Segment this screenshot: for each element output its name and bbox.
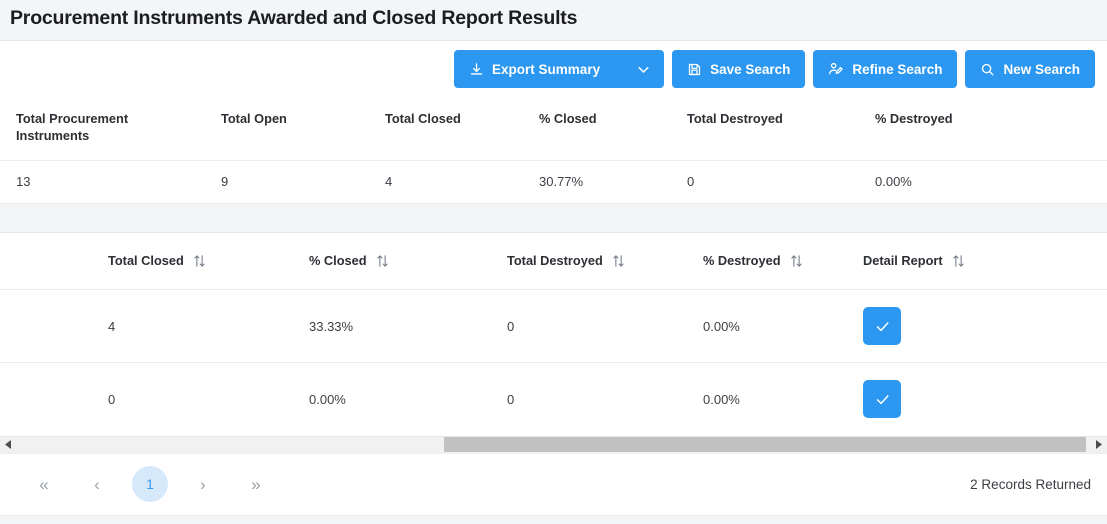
refine-search-button[interactable]: Refine Search: [813, 50, 958, 89]
summary-table: Total Procurement Instruments Total Open…: [0, 97, 1107, 203]
table-row: 4 33.33% 0 0.00%: [0, 289, 1107, 364]
save-search-label: Save Search: [710, 61, 791, 77]
cell-pct-destroyed: 0.00%: [703, 289, 863, 364]
export-summary-main[interactable]: Export Summary: [454, 50, 614, 88]
detail-col-total-closed-label: Total Closed: [108, 253, 184, 269]
cell-total-closed: 4: [108, 289, 309, 364]
new-search-button[interactable]: New Search: [965, 50, 1095, 89]
cell-total-destroyed: 0: [507, 289, 703, 364]
export-summary-caret[interactable]: [622, 50, 664, 88]
cell-total-closed: 0: [108, 391, 116, 407]
user-edit-icon: [828, 61, 844, 77]
detail-col-total-closed[interactable]: Total Closed: [108, 233, 309, 291]
records-returned-label: 2 Records Returned: [970, 476, 1091, 492]
detail-col-detail-report[interactable]: Detail Report: [863, 233, 1107, 291]
summary-value-total-procurement-instruments: 13: [16, 174, 31, 190]
row-spacer: [0, 363, 108, 436]
sort-updown-icon[interactable]: [952, 254, 965, 268]
export-summary-label: Export Summary: [492, 61, 601, 77]
sort-updown-icon[interactable]: [376, 254, 389, 268]
detail-col-detail-report-label: Detail Report: [863, 253, 943, 269]
summary-value-total-open: 9: [221, 174, 229, 190]
detail-col-pct-closed-label: % Closed: [309, 253, 367, 269]
triangle-right-icon[interactable]: [1090, 436, 1107, 453]
pagination: « ‹ 1 › »: [26, 466, 274, 503]
new-search-label: New Search: [1003, 61, 1080, 77]
next-page-button[interactable]: ›: [185, 466, 221, 502]
export-summary-button[interactable]: Export Summary: [454, 50, 665, 89]
cell-pct-destroyed: 0.00%: [703, 391, 740, 407]
summary-card: Export Summary Save Search Refine Search…: [0, 40, 1107, 205]
sort-updown-icon[interactable]: [790, 254, 803, 268]
check-icon: [874, 391, 891, 408]
page-title: Procurement Instruments Awarded and Clos…: [10, 7, 578, 29]
summary-col-pct-destroyed: % Destroyed: [859, 97, 1107, 162]
summary-col-total-closed: Total Closed: [369, 97, 523, 162]
detail-col-total-destroyed[interactable]: Total Destroyed: [507, 233, 703, 291]
chevron-down-icon: [636, 62, 651, 77]
summary-col-pct-closed: % Closed: [523, 97, 671, 162]
triangle-left-icon[interactable]: [0, 436, 17, 453]
summary-value-total-destroyed: 0: [687, 174, 695, 190]
page-button-1[interactable]: 1: [132, 466, 168, 503]
download-icon: [469, 62, 484, 77]
detail-col-spacer: [0, 233, 108, 291]
summary-col-total-open: Total Open: [205, 97, 369, 162]
scrollbar-thumb[interactable]: [444, 437, 1086, 453]
save-floppy-icon: [687, 62, 702, 77]
summary-col-total-destroyed: Total Destroyed: [671, 97, 859, 162]
summary-col-total-procurement-instruments: Total Procurement Instruments: [0, 97, 205, 162]
detail-col-pct-destroyed-label: % Destroyed: [703, 253, 781, 269]
refine-search-label: Refine Search: [852, 61, 943, 77]
cell-pct-closed: 0.00%: [309, 391, 346, 407]
detail-col-pct-destroyed[interactable]: % Destroyed: [703, 233, 863, 291]
previous-page-button[interactable]: ‹: [79, 466, 115, 502]
detail-header-row: Total Closed % Closed Total Destroyed % …: [0, 233, 1107, 291]
detail-card: Total Closed % Closed Total Destroyed % …: [0, 232, 1107, 516]
summary-header-row: Total Procurement Instruments Total Open…: [0, 97, 1107, 162]
sort-updown-icon[interactable]: [612, 254, 625, 268]
cell-pct-closed: 33.33%: [309, 289, 507, 364]
first-page-button[interactable]: «: [26, 466, 62, 502]
summary-value-pct-closed: 30.77%: [539, 174, 584, 190]
detail-report-button[interactable]: [863, 307, 901, 346]
action-toolbar: Export Summary Save Search Refine Search…: [0, 41, 1107, 98]
save-search-button[interactable]: Save Search: [672, 50, 806, 89]
horizontal-scrollbar[interactable]: [0, 435, 1107, 453]
detail-table: Total Closed % Closed Total Destroyed % …: [0, 233, 1107, 436]
sort-updown-icon[interactable]: [193, 254, 206, 268]
summary-value-total-closed: 4: [385, 174, 393, 190]
pagination-footer: « ‹ 1 › » 2 Records Returned: [0, 452, 1107, 515]
table-row: 0 0.00% 0 0.00%: [0, 363, 1107, 436]
summary-value-pct-destroyed: 0.00%: [875, 174, 912, 190]
last-page-button[interactable]: »: [238, 466, 274, 502]
summary-data-row: 13 9 4 30.77% 0 0.00%: [0, 161, 1107, 204]
scrollbar-track[interactable]: [17, 436, 1090, 453]
check-icon: [874, 318, 891, 335]
row-spacer: [0, 289, 108, 364]
cell-detail-report: [863, 289, 1107, 364]
card-separator: [0, 204, 1107, 233]
report-results-page: Procurement Instruments Awarded and Clos…: [0, 0, 1107, 524]
cell-total-destroyed: 0: [507, 391, 515, 407]
search-icon: [980, 62, 995, 77]
detail-col-total-destroyed-label: Total Destroyed: [507, 253, 603, 269]
cell-detail-report: [863, 363, 1107, 436]
detail-report-button[interactable]: [863, 380, 901, 419]
detail-col-pct-closed[interactable]: % Closed: [309, 233, 507, 291]
